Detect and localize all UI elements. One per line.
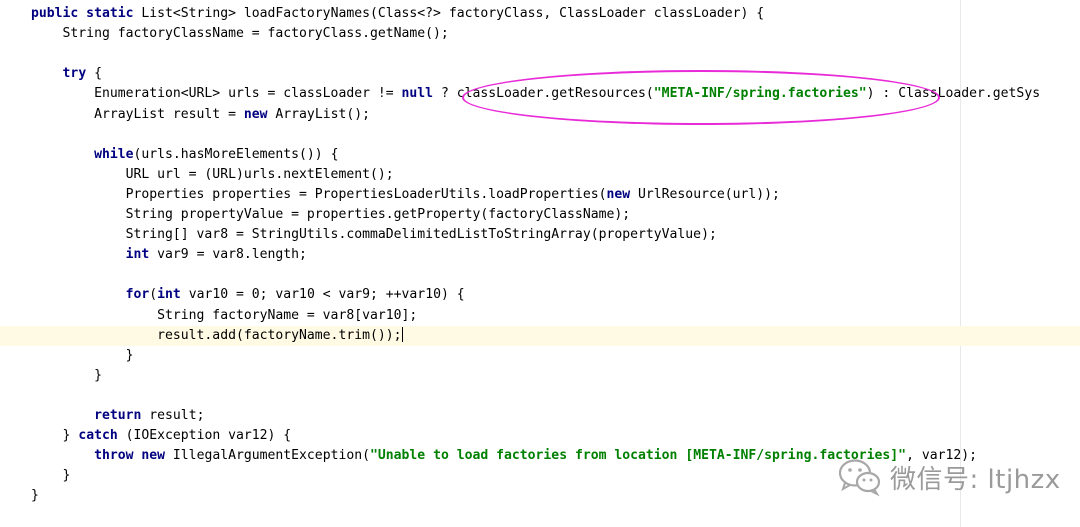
code-text: } <box>31 347 134 363</box>
code-text: var9 = var8.length; <box>149 247 307 263</box>
code-line[interactable] <box>0 265 1080 285</box>
code-line[interactable]: while(urls.hasMoreElements()) { <box>0 145 1080 165</box>
code-text: } <box>31 367 102 383</box>
code-text: { <box>86 66 102 82</box>
code-line[interactable]: URL url = (URL)urls.nextElement(); <box>0 165 1080 185</box>
code-text: ? classLoader.getResources( <box>433 86 654 102</box>
code-editor[interactable]: public static List<String> loadFactoryNa… <box>0 0 1080 527</box>
code-line[interactable]: } <box>0 346 1080 366</box>
code-line[interactable]: } catch (IOException var12) { <box>0 426 1080 446</box>
text-caret <box>401 326 403 342</box>
code-text: String propertyValue = properties.getPro… <box>31 207 631 222</box>
code-text: IllegalArgumentException( <box>165 448 370 464</box>
code-text: (IOException var12) { <box>117 428 292 444</box>
code-line[interactable]: int var9 = var8.length; <box>0 245 1080 265</box>
code-line[interactable] <box>0 386 1080 406</box>
code-text: UrlResource(url)); <box>630 186 780 202</box>
code-line[interactable]: public static List<String> loadFactoryNa… <box>0 4 1080 24</box>
code-text: String factoryName = var8[var10]; <box>31 307 418 323</box>
code-line[interactable]: ArrayList result = new ArrayList(); <box>0 105 1080 125</box>
code-keyword: throw new <box>94 448 166 464</box>
code-text: ( <box>149 287 158 303</box>
code-line[interactable]: } <box>0 366 1080 386</box>
code-keyword: for <box>125 287 150 303</box>
code-text: String[] var8 = StringUtils.commaDelimit… <box>31 227 717 243</box>
code-text: ArrayList(); <box>267 106 370 122</box>
code-keyword: try <box>62 66 87 82</box>
code-text: result.add(factoryName.trim()); <box>31 327 402 343</box>
code-text: Enumeration<URL> urls = classLoader != <box>31 86 402 102</box>
code-keyword: new <box>606 186 631 202</box>
code-keyword: int <box>157 287 181 303</box>
code-keyword: null <box>401 86 434 102</box>
code-line[interactable]: String factoryName = var8[var10]; <box>0 306 1080 326</box>
code-keyword: catch <box>78 428 118 444</box>
code-line-current[interactable]: result.add(factoryName.trim()); <box>0 325 1080 346</box>
code-text: } <box>31 428 79 444</box>
code-keyword: public static <box>31 6 142 21</box>
wechat-watermark: 微信号: ltjhzx <box>838 455 1061 499</box>
code-text: } <box>31 488 39 504</box>
code-text: String factoryClassName = factoryClass.g… <box>31 26 449 42</box>
code-keyword: int <box>125 247 150 263</box>
code-string-literal: "META-INF/spring.factories" <box>653 86 867 102</box>
code-line[interactable]: for(int var10 = 0; var10 < var9; ++var10… <box>0 285 1080 305</box>
code-text: var10 = 0; var10 < var9; ++var10) { <box>180 287 465 303</box>
code-string-literal: "Unable to load factories from location … <box>370 448 907 464</box>
code-line[interactable]: try { <box>0 64 1080 84</box>
code-line[interactable]: Properties properties = PropertiesLoader… <box>0 185 1080 205</box>
code-text: Properties properties = PropertiesLoader… <box>31 186 607 202</box>
code-keyword: return <box>94 408 142 423</box>
code-line[interactable]: String[] var8 = StringUtils.commaDelimit… <box>0 225 1080 245</box>
code-text: } <box>31 468 71 484</box>
code-line[interactable] <box>0 44 1080 64</box>
code-line[interactable]: String factoryClassName = factoryClass.g… <box>0 24 1080 44</box>
code-keyword: while <box>94 146 134 162</box>
code-line[interactable]: return result; <box>0 406 1080 426</box>
code-line[interactable]: String propertyValue = properties.getPro… <box>0 205 1080 225</box>
code-text: ArrayList result = <box>31 106 244 122</box>
code-text: List<String> loadFactoryNames(Class<?> f… <box>141 6 765 21</box>
code-keyword: new <box>243 106 268 122</box>
code-line[interactable] <box>0 125 1080 145</box>
wechat-icon <box>838 459 881 497</box>
code-text: URL url = (URL)urls.nextElement(); <box>31 166 394 182</box>
code-text: result; <box>141 408 205 423</box>
code-line[interactable]: Enumeration<URL> urls = classLoader != n… <box>0 84 1080 104</box>
watermark-text: 微信号: ltjhzx <box>890 464 1061 495</box>
code-text: (urls.hasMoreElements()) { <box>133 146 339 162</box>
code-text: ) : ClassLoader.getSys <box>866 86 1041 102</box>
